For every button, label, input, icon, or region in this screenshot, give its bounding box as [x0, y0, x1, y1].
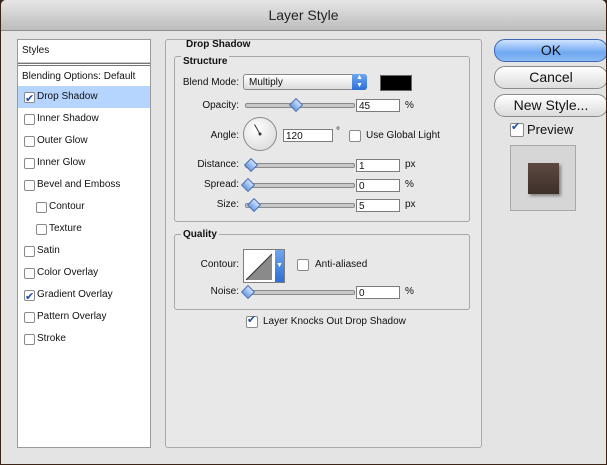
distance-label: Distance:: [197, 159, 239, 170]
style-item-inner-shadow[interactable]: Inner Shadow: [18, 108, 150, 130]
noise-slider-thumb[interactable]: [240, 284, 256, 300]
blending-options-label: Blending Options: Default: [22, 71, 136, 82]
quality-title: Quality: [181, 229, 219, 240]
style-preview: [510, 145, 576, 211]
contour-picker[interactable]: ▼: [243, 249, 285, 283]
layer-style-dialog: Layer Style Styles Blending Options: Def…: [1, 0, 606, 464]
style-item-label: Color Overlay: [37, 267, 99, 278]
style-item-texture[interactable]: Texture: [18, 218, 150, 240]
noise-input[interactable]: 0: [356, 286, 400, 299]
angle-label: Angle:: [210, 130, 239, 141]
style-item-drop-shadow[interactable]: Drop Shadow: [18, 86, 150, 110]
shadow-color-swatch[interactable]: [380, 75, 412, 91]
style-item-checkbox[interactable]: [36, 224, 47, 235]
style-item-gradient-overlay[interactable]: Gradient Overlay: [18, 284, 150, 308]
style-item-checkbox[interactable]: [36, 202, 47, 213]
cancel-button[interactable]: Cancel: [494, 66, 606, 89]
style-item-checkbox[interactable]: [24, 136, 35, 147]
spread-unit: %: [405, 179, 414, 190]
style-item-checkbox[interactable]: [24, 158, 35, 169]
style-item-label: Contour: [49, 201, 85, 212]
distance-slider[interactable]: [243, 157, 355, 173]
style-item-label: Texture: [49, 223, 82, 234]
style-item-pattern-overlay[interactable]: Pattern Overlay: [18, 306, 150, 328]
angle-unit: °: [336, 126, 340, 137]
preview-thumbnail: [528, 163, 559, 194]
style-item-checkbox[interactable]: [24, 88, 35, 110]
distance-input[interactable]: 1: [356, 159, 400, 172]
noise-unit: %: [405, 286, 414, 297]
style-item-label: Bevel and Emboss: [37, 179, 121, 190]
noise-slider[interactable]: [240, 284, 355, 300]
new-style-button[interactable]: New Style...: [494, 94, 606, 117]
anti-aliased-checkbox[interactable]: [297, 259, 309, 271]
style-item-label: Gradient Overlay: [37, 289, 113, 300]
spread-slider[interactable]: [240, 177, 355, 193]
angle-dial[interactable]: [243, 117, 277, 151]
style-item-label: Inner Shadow: [37, 113, 99, 124]
contour-label: Contour:: [200, 259, 239, 270]
distance-slider-thumb[interactable]: [243, 157, 259, 173]
layer-knocks-out-label: Layer Knocks Out Drop Shadow: [263, 316, 406, 327]
contour-dropdown-arrow-icon[interactable]: ▼: [275, 250, 284, 282]
style-item-label: Inner Glow: [37, 157, 86, 168]
quality-group: Quality Contour: ▼ Anti-aliased Noise: 0…: [174, 229, 470, 310]
size-slider[interactable]: [245, 197, 355, 213]
size-slider-thumb[interactable]: [246, 197, 262, 213]
drop-shadow-panel: Drop Shadow Structure Blend Mode: Multip…: [165, 39, 482, 448]
style-item-label: Satin: [37, 245, 60, 256]
style-item-label: Drop Shadow: [37, 91, 98, 102]
style-item-outer-glow[interactable]: Outer Glow: [18, 130, 150, 152]
opacity-unit: %: [405, 100, 414, 111]
opacity-input[interactable]: 45: [356, 99, 400, 112]
preview-checkbox[interactable]: [510, 120, 524, 137]
style-item-contour[interactable]: Contour: [18, 196, 150, 218]
angle-indicator-icon: [254, 124, 262, 136]
ok-button[interactable]: OK: [494, 39, 606, 62]
style-item-color-overlay[interactable]: Color Overlay: [18, 262, 150, 284]
noise-label: Noise:: [210, 286, 239, 297]
style-item-checkbox[interactable]: [24, 268, 35, 279]
size-label: Size:: [216, 199, 239, 210]
opacity-label: Opacity:: [202, 100, 239, 111]
style-item-label: Outer Glow: [37, 135, 88, 146]
spread-label: Spread:: [203, 179, 239, 190]
styles-list: Styles Blending Options: Default Drop Sh…: [17, 39, 151, 448]
size-unit: px: [405, 199, 416, 210]
style-item-checkbox[interactable]: [24, 180, 35, 191]
anti-aliased-label: Anti-aliased: [315, 259, 368, 270]
style-item-checkbox[interactable]: [24, 334, 35, 345]
structure-group: Structure Blend Mode: Multiply ▲ ▼ Opacit…: [174, 56, 470, 222]
drop-shadow-title: Drop Shadow: [186, 39, 251, 50]
style-item-label: Stroke: [37, 333, 66, 344]
style-item-inner-glow[interactable]: Inner Glow: [18, 152, 150, 174]
use-global-light-label: Use Global Light: [366, 130, 440, 141]
style-item-stroke[interactable]: Stroke: [18, 328, 150, 350]
preview-label: Preview: [527, 122, 574, 137]
spread-slider-thumb[interactable]: [240, 177, 256, 193]
angle-input[interactable]: 120: [283, 129, 333, 142]
use-global-light-checkbox[interactable]: [349, 130, 361, 142]
opacity-slider-thumb[interactable]: [288, 97, 303, 113]
opacity-slider[interactable]: [245, 97, 355, 113]
window-title: Layer Style: [1, 0, 606, 31]
distance-unit: px: [405, 159, 416, 170]
styles-header[interactable]: Styles: [18, 40, 150, 63]
layer-knocks-out-checkbox[interactable]: [246, 313, 258, 328]
blend-mode-value: Multiply: [249, 77, 283, 88]
style-item-checkbox[interactable]: [24, 114, 35, 125]
style-item-satin[interactable]: Satin: [18, 240, 150, 262]
style-item-checkbox[interactable]: [24, 312, 35, 323]
style-item-label: Pattern Overlay: [37, 311, 107, 322]
style-item-checkbox[interactable]: [24, 286, 35, 308]
blend-mode-select[interactable]: Multiply ▲ ▼: [243, 74, 367, 90]
structure-title: Structure: [181, 56, 230, 67]
style-item-checkbox[interactable]: [24, 246, 35, 257]
spread-input[interactable]: 0: [356, 179, 400, 192]
blend-mode-label: Blend Mode:: [182, 77, 239, 88]
style-item-bevel-and-emboss[interactable]: Bevel and Emboss: [18, 174, 150, 196]
size-input[interactable]: 5: [356, 199, 400, 212]
styles-header-label: Styles: [22, 45, 50, 56]
chevron-up-down-icon: ▲ ▼: [352, 74, 367, 90]
